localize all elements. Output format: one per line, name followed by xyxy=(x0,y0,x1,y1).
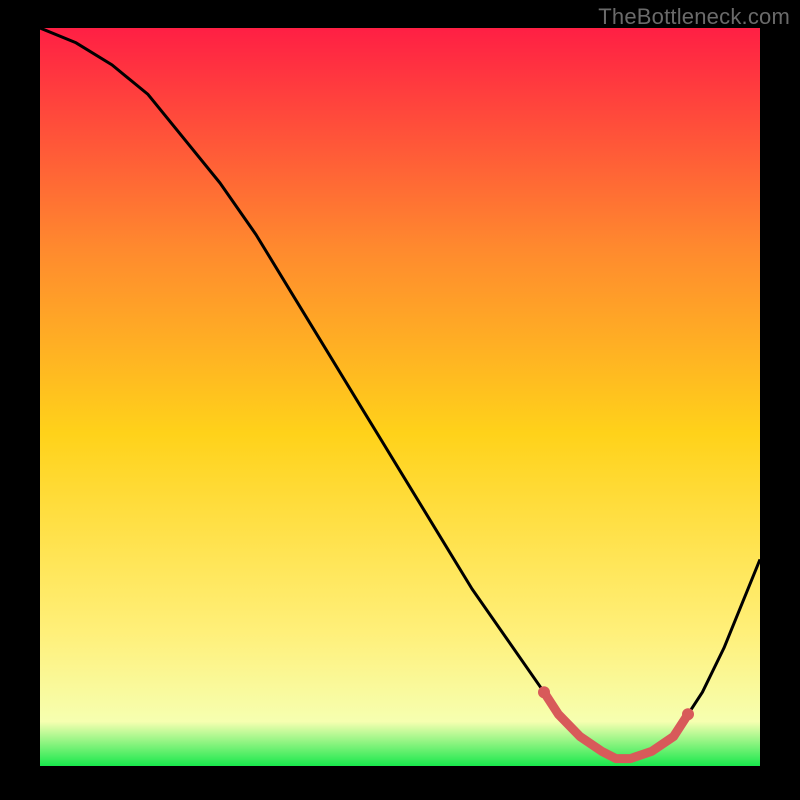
plot-area xyxy=(40,28,760,766)
attribution-text: TheBottleneck.com xyxy=(598,4,790,30)
accent-dot xyxy=(538,686,550,698)
accent-valley-segment xyxy=(544,692,688,758)
bottleneck-curve xyxy=(40,28,760,759)
chart-frame: TheBottleneck.com xyxy=(0,0,800,800)
chart-overlay xyxy=(40,28,760,766)
accent-dot xyxy=(682,708,694,720)
